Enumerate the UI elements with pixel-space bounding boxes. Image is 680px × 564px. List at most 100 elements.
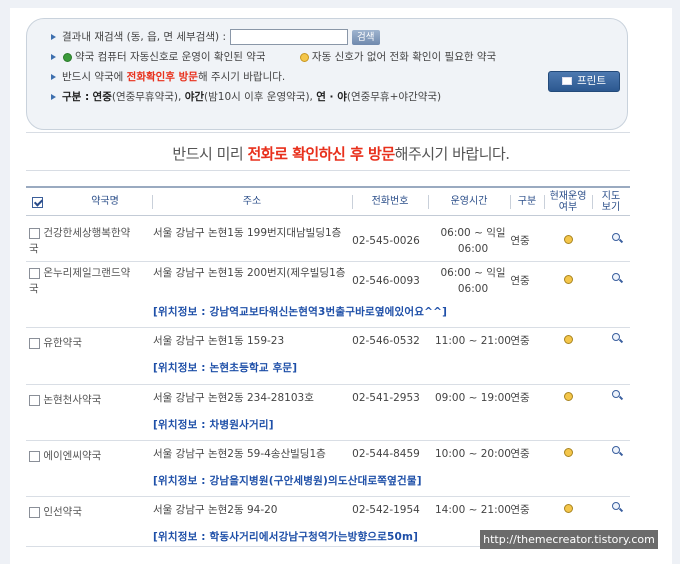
pharmacy-name-text: 인선약국 xyxy=(43,506,82,518)
page-frame: 결과내 재검색 (동, 읍, 면 세부검색) : 검색 약국 컴퓨터 자동신호로 … xyxy=(10,8,672,564)
legend-yellow-text: 자동 신호가 없어 전화 확인이 필요한 약국 xyxy=(311,51,497,63)
call-notice-banner: 반드시 미리 전화로 확인하신 후 방문해주시기 바랍니다. xyxy=(10,143,672,164)
cat1-rest: (연중무휴약국), xyxy=(111,91,182,103)
pharmacy-hours: 10:00 ~ 20:00 xyxy=(435,448,511,460)
header-kind: 구분 xyxy=(510,188,544,216)
cat2-rest: (밤10시 이후 운영약국), xyxy=(204,91,313,103)
status-yellow-icon xyxy=(564,502,576,518)
location-info: [위치정보 : 학동사거리에서강남구청역가는방향으로50m] xyxy=(153,531,419,543)
header-status-1: 현재운영 xyxy=(549,190,587,202)
divider xyxy=(26,170,630,171)
map-search-icon[interactable] xyxy=(612,390,624,406)
banner-pre: 반드시 미리 xyxy=(172,145,244,163)
location-info: [위치정보 : 차병원사거리] xyxy=(153,419,274,431)
search-button[interactable]: 검색 xyxy=(352,29,380,45)
table-row: 건강한세상행복한약국 서울 강남구 논현1동 199번지대남빌딩1층 02-54… xyxy=(26,216,630,262)
pharmacy-tel: 02-545-0026 xyxy=(352,235,420,247)
pharmacy-address: 서울 강남구 논현1동 159-23 xyxy=(153,335,285,347)
legend-row: 약국 컴퓨터 자동신호로 운영이 확인된 약국 자동 신호가 없어 전화 확인이… xyxy=(51,49,496,64)
print-button[interactable]: 프린트 xyxy=(548,71,620,92)
header-status: 현재운영 여부 xyxy=(544,188,592,216)
pharmacy-name[interactable]: 유한약국 xyxy=(29,335,139,351)
header-addr: 주소 xyxy=(152,188,352,216)
search-label: 결과내 재검색 (동, 읍, 면 세부검색) : xyxy=(62,31,227,43)
map-search-icon[interactable] xyxy=(612,502,624,518)
select-all-checkbox[interactable] xyxy=(31,196,43,208)
pharmacy-tel: 02-541-2953 xyxy=(352,392,420,404)
pharmacy-hours: 06:00 ~ 익일 06:00 xyxy=(440,227,506,255)
notice-row: 반드시 약국에 전화확인후 방문해 주시기 바랍니다. xyxy=(51,69,285,84)
table-row: 온누리제일그랜드약국 서울 강남구 논현1동 200번지(제우빌딩1층 02-5… xyxy=(26,262,630,328)
pharmacy-name-text: 논현천사약국 xyxy=(43,394,102,406)
pharmacy-name-text: 온누리제일그랜드약국 xyxy=(29,267,131,295)
legend-green-text: 약국 컴퓨터 자동신호로 운영이 확인된 약국 xyxy=(75,51,266,63)
pharmacy-tel: 02-546-0532 xyxy=(352,335,420,347)
pharmacy-tel: 02-542-1954 xyxy=(352,504,420,516)
row-checkbox[interactable] xyxy=(29,450,40,462)
yellow-status-icon xyxy=(299,52,309,62)
row-checkbox[interactable] xyxy=(29,267,40,279)
map-search-icon[interactable] xyxy=(612,446,624,462)
watermark-label: http://themecreator.tistory.com xyxy=(480,530,658,549)
green-status-icon xyxy=(63,52,72,62)
table-header: 약국명 주소 전화번호 운영시간 구분 현재운영 여부 지도 보기 xyxy=(26,186,630,216)
header-tel: 전화번호 xyxy=(352,188,428,216)
table-row: 논현천사약국 서울 강남구 논현2동 234-28103호 02-541-295… xyxy=(26,385,630,441)
pharmacy-address: 서울 강남구 논현2동 234-28103호 xyxy=(153,392,314,404)
header-select-all[interactable] xyxy=(26,188,48,216)
location-info: [위치정보 : 강남역교보타워신논현역3번출구바로옆에있어요^^] xyxy=(153,306,448,318)
pharmacy-kind: 연중 xyxy=(510,275,530,287)
row-checkbox[interactable] xyxy=(29,394,40,406)
pharmacy-tel: 02-544-8459 xyxy=(352,448,420,460)
header-status-2: 여부 xyxy=(558,202,578,213)
category-row: 구분 : 연중(연중무휴약국), 야간(밤10시 이후 운영약국), 연 · 야… xyxy=(51,89,441,104)
header-name: 약국명 xyxy=(91,196,119,208)
status-yellow-icon xyxy=(564,273,576,289)
pharmacy-kind: 연중 xyxy=(510,504,530,516)
category-label: 구분 : xyxy=(62,91,90,103)
pharmacy-hours: 06:00 ~ 익일 06:00 xyxy=(440,267,506,295)
table-row: 유한약국 서울 강남구 논현1동 159-23 02-546-0532 11:0… xyxy=(26,328,630,385)
search-input[interactable] xyxy=(230,29,349,45)
cat1-bold: 연중 xyxy=(92,91,112,103)
header-map-1: 지도 xyxy=(601,190,621,202)
pharmacy-name[interactable]: 논현천사약국 xyxy=(29,392,139,408)
row-checkbox[interactable] xyxy=(29,337,40,349)
map-search-icon[interactable] xyxy=(612,233,624,249)
banner-post: 해주시기 바랍니다. xyxy=(394,145,510,163)
map-search-icon[interactable] xyxy=(612,333,624,349)
cat3-rest: (연중무휴+야간약국) xyxy=(346,91,442,103)
search-row: 결과내 재검색 (동, 읍, 면 세부검색) : 검색 xyxy=(51,29,380,45)
pharmacy-kind: 연중 xyxy=(510,392,530,404)
row-checkbox[interactable] xyxy=(29,506,40,518)
pharmacy-name-text: 건강한세상행복한약국 xyxy=(29,227,131,255)
cat3-bold: 연 · 야 xyxy=(316,91,347,103)
location-info: [위치정보 : 논현초등학교 후문] xyxy=(153,362,298,374)
pharmacy-address: 서울 강남구 논현2동 59-4송산빌딩1층 xyxy=(153,448,326,460)
bullet-arrow-icon xyxy=(51,54,56,60)
header-map-2: 보기 xyxy=(601,202,621,213)
status-yellow-icon xyxy=(564,233,576,249)
pharmacy-name[interactable]: 인선약국 xyxy=(29,504,139,520)
header-time: 운영시간 xyxy=(428,188,510,216)
status-yellow-icon xyxy=(564,446,576,462)
pharmacy-name[interactable]: 온누리제일그랜드약국 xyxy=(29,265,139,297)
banner-red: 전화로 확인하신 후 방문 xyxy=(247,145,395,163)
status-yellow-icon xyxy=(564,390,576,406)
row-checkbox[interactable] xyxy=(29,227,40,239)
divider xyxy=(26,132,630,133)
cat2-bold: 야간 xyxy=(184,91,205,103)
status-yellow-icon xyxy=(564,333,576,349)
header-map: 지도 보기 xyxy=(592,188,630,216)
bullet-arrow-icon xyxy=(51,94,56,100)
pharmacy-name[interactable]: 에이엔씨약국 xyxy=(29,448,139,464)
map-search-icon[interactable] xyxy=(612,273,624,289)
pharmacy-address: 서울 강남구 논현1동 200번지(제우빌딩1층 xyxy=(153,267,346,279)
printer-icon xyxy=(562,77,572,85)
pharmacy-name-text: 유한약국 xyxy=(43,337,82,349)
notice-red: 전화확인후 방문 xyxy=(126,71,198,83)
pharmacy-tel: 02-546-0093 xyxy=(352,275,420,287)
pharmacy-name-text: 에이엔씨약국 xyxy=(43,450,102,462)
pharmacy-name[interactable]: 건강한세상행복한약국 xyxy=(29,225,139,257)
pharmacy-kind: 연중 xyxy=(510,448,530,460)
